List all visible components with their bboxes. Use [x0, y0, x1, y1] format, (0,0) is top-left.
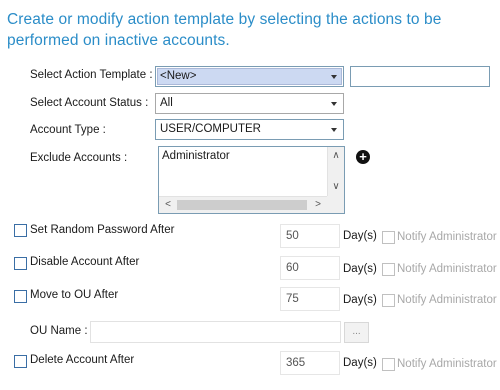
add-account-icon[interactable]: + [356, 150, 370, 164]
chevron-down-icon [331, 102, 337, 106]
days-unit-label: Day(s) [343, 357, 377, 369]
chevron-down-icon [331, 75, 337, 79]
days-value: 365 [286, 357, 306, 369]
ou-name-input[interactable] [90, 321, 341, 343]
set-random-password-days-input[interactable]: 50 [280, 224, 340, 248]
template-name-input[interactable] [350, 66, 490, 87]
notify-admin-checkbox[interactable] [382, 358, 395, 371]
scrollbar-corner [327, 196, 344, 213]
vertical-scrollbar[interactable]: ∧ ∨ [327, 147, 344, 196]
account-status-label: Select Account Status : [30, 97, 149, 109]
scroll-up-icon[interactable]: ∧ [328, 148, 344, 164]
move-to-ou-label: Move to OU After [30, 289, 119, 301]
notify-admin-label: Notify Administrator [397, 263, 497, 275]
scroll-right-icon[interactable]: > [310, 197, 326, 213]
days-unit-label: Day(s) [343, 263, 377, 275]
account-type-value: USER/COMPUTER [160, 123, 261, 135]
days-value: 75 [286, 293, 299, 305]
account-type-select[interactable]: USER/COMPUTER [155, 119, 344, 140]
scroll-left-icon[interactable]: < [160, 197, 176, 213]
set-random-password-checkbox[interactable] [14, 224, 27, 237]
action-template-select[interactable]: <New> [155, 66, 344, 87]
days-unit-label: Day(s) [343, 230, 377, 242]
list-item[interactable]: Administrator [162, 150, 230, 162]
days-value: 50 [286, 230, 299, 242]
chevron-down-icon [331, 128, 337, 132]
exclude-accounts-label: Exclude Accounts : [30, 152, 128, 164]
action-template-value: <New> [160, 70, 197, 82]
move-to-ou-checkbox[interactable] [14, 290, 27, 303]
scroll-down-icon[interactable]: ∨ [328, 179, 344, 195]
notify-admin-label: Notify Administrator [397, 231, 497, 243]
days-unit-label: Day(s) [343, 294, 377, 306]
disable-account-days-input[interactable]: 60 [280, 256, 340, 280]
disable-account-label: Disable Account After [30, 256, 140, 268]
delete-account-checkbox[interactable] [14, 355, 27, 368]
delete-account-days-input[interactable]: 365 [280, 351, 340, 375]
horizontal-scrollbar[interactable]: < > [159, 196, 327, 213]
action-template-label: Select Action Template : [30, 69, 153, 81]
disable-account-checkbox[interactable] [14, 257, 27, 270]
delete-account-label: Delete Account After [30, 354, 135, 366]
account-type-label: Account Type : [30, 124, 106, 136]
exclude-accounts-list[interactable]: Administrator ∧ ∨ < > [158, 146, 345, 214]
page-title: Create or modify action template by sele… [7, 11, 442, 49]
notify-admin-checkbox[interactable] [382, 294, 395, 307]
notify-admin-label: Notify Administrator [397, 358, 497, 370]
notify-admin-checkbox[interactable] [382, 263, 395, 276]
scrollbar-thumb[interactable] [177, 200, 307, 210]
set-random-password-label: Set Random Password After [30, 224, 175, 236]
ou-name-label: OU Name : [30, 325, 88, 337]
browse-ou-button[interactable]: ... [344, 322, 369, 343]
notify-admin-checkbox[interactable] [382, 231, 395, 244]
account-status-select[interactable]: All [155, 93, 344, 114]
account-status-value: All [160, 97, 173, 109]
notify-admin-label: Notify Administrator [397, 294, 497, 306]
days-value: 60 [286, 262, 299, 274]
move-to-ou-days-input[interactable]: 75 [280, 287, 340, 311]
